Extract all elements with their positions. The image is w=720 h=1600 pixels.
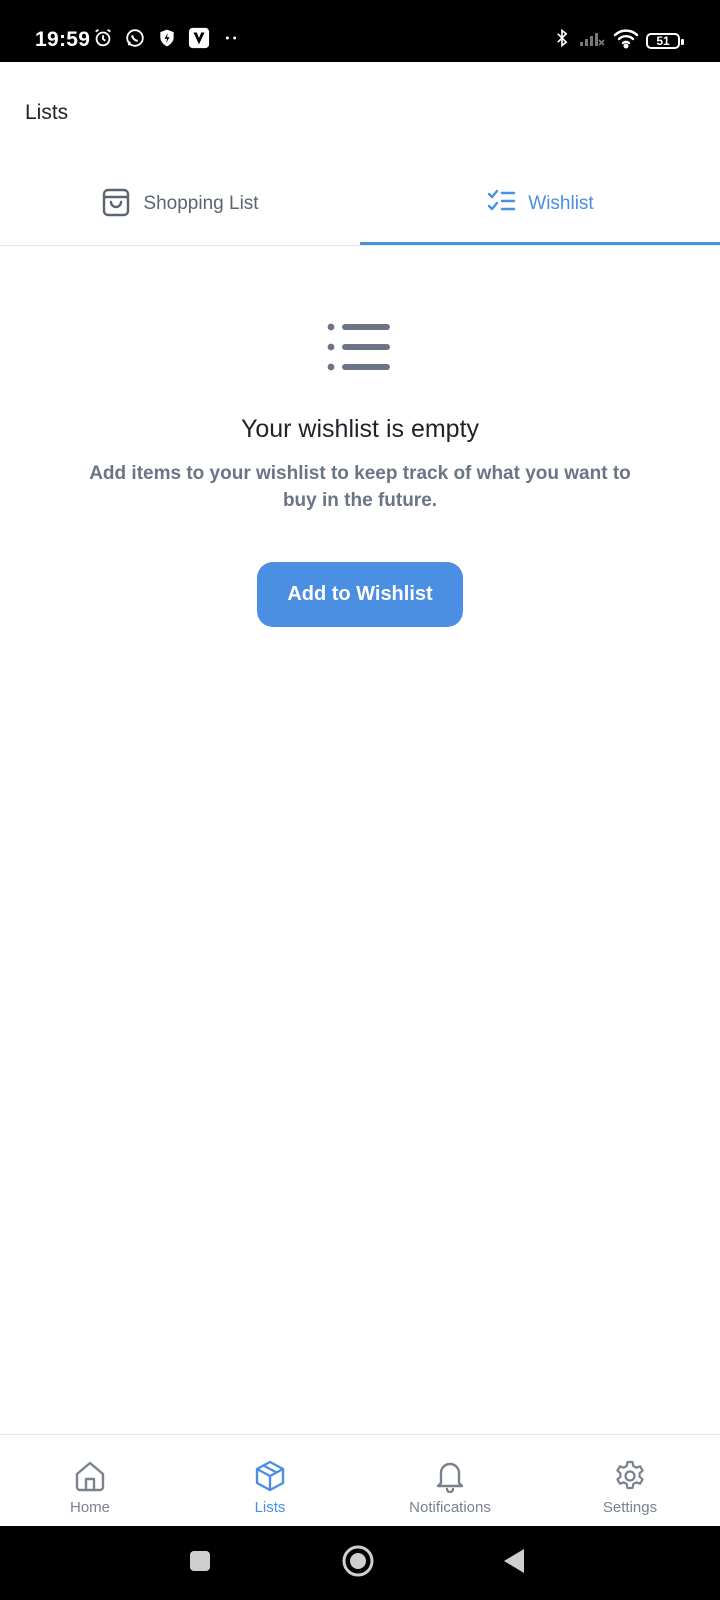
whatsapp-icon [123,26,147,50]
square-icon [188,1549,212,1578]
list-icon [326,322,392,372]
circle-icon [341,1544,375,1583]
nav-label-home: Home [69,1499,110,1516]
recents-button[interactable] [170,1526,230,1600]
app-header: Lists [0,62,720,162]
home-system-button[interactable] [328,1526,388,1600]
page-title: Lists [25,101,69,124]
nav-item-lists[interactable]: Lists [180,1435,360,1527]
bell-icon [433,1459,467,1494]
system-navigation-bar [0,1526,720,1600]
bottom-navigation: Home Lists Notifications Settings [0,1434,720,1526]
tab-shopping-list[interactable]: Shopping List [0,162,360,246]
tab-wishlist-label: Wishlist [528,193,594,214]
tab-bar: Shopping List Wishlist [0,162,720,246]
v-app-icon [187,26,211,50]
cellular-signal-icon [578,27,606,54]
status-bar: 19:59 51 [0,0,720,62]
shield-icon [155,26,179,50]
bluetooth-icon [552,26,572,55]
status-time: 19:59 [35,28,91,51]
box-icon [253,1459,287,1493]
alarm-icon [91,26,115,50]
nav-item-home[interactable]: Home [0,1435,180,1527]
nav-label-settings: Settings [602,1499,658,1516]
tab-shopping-list-label: Shopping List [143,193,259,214]
nav-item-settings[interactable]: Settings [540,1435,720,1527]
active-tab-indicator [360,242,720,245]
back-triangle-icon [501,1547,527,1580]
wifi-icon [612,27,640,54]
home-icon [73,1459,107,1493]
more-notifications-icon [219,26,243,50]
add-to-wishlist-button[interactable]: Add to Wishlist [257,562,463,627]
nav-label-lists: Lists [254,1499,286,1516]
battery-indicator: 51 [646,32,684,49]
nav-label-notifications: Notifications [409,1499,491,1516]
nav-item-notifications[interactable]: Notifications [360,1435,540,1527]
back-button[interactable] [484,1526,544,1600]
status-system-icons: 51 [552,26,684,55]
status-notification-icons [91,26,243,50]
checklist-icon [486,189,516,220]
tab-wishlist[interactable]: Wishlist [360,162,720,246]
empty-state-description: Add items to your wishlist to keep track… [89,463,631,511]
empty-state-title: Your wishlist is empty [240,415,480,443]
shopping-bag-icon [101,186,131,223]
gear-icon [613,1459,647,1493]
